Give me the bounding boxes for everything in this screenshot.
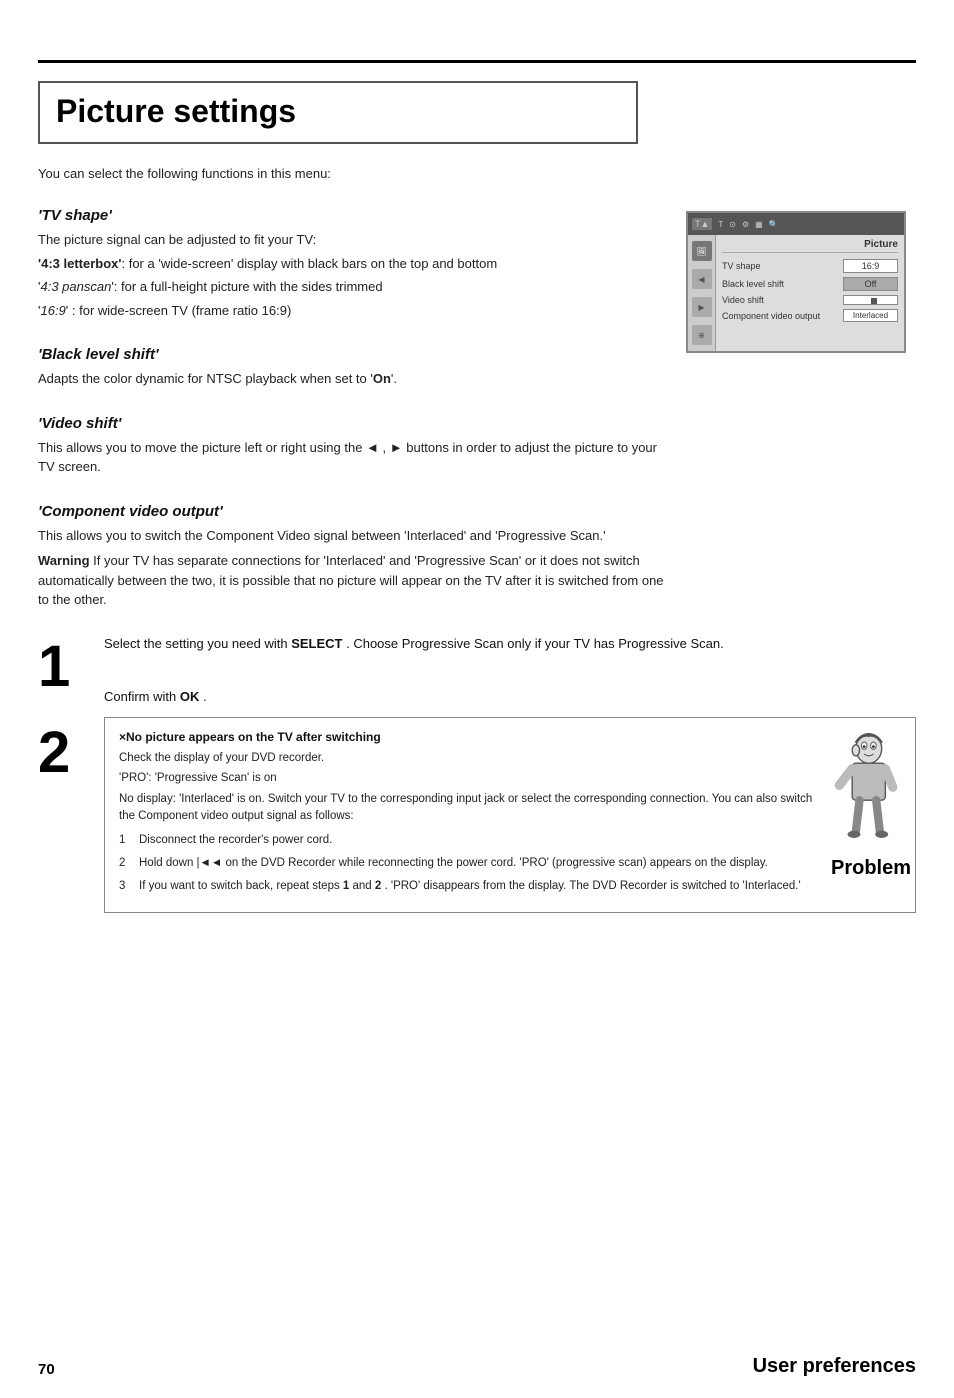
section-video-shift: 'Video shift' This allows you to move th… [38,415,666,477]
tv-header-icon-4: ▦ [755,220,763,229]
footer-page-number: 70 [38,1361,55,1378]
tv-shape-intro: The picture signal can be adjusted to fi… [38,230,666,250]
title-box: Picture settings [38,81,638,144]
section-component-video-output-body: This allows you to switch the Component … [38,526,666,610]
tv-menu-title: Picture [722,239,898,253]
step-number-2: 2 [38,724,88,782]
tv-shape-bullet-2: '4:3 panscan': for a full-height picture… [38,277,666,297]
page: Picture settings You can select the foll… [0,60,954,1398]
tv-side-icons: 🖼 ◀ ▶ ⊕ [688,235,716,351]
warning-line-2: No display: 'Interlaced' is on. Switch y… [119,791,819,824]
tv-menu-row-tv-shape: TV shape 16:9 [722,259,898,273]
page-title: Picture settings [56,93,620,130]
section-video-shift-body: This allows you to move the picture left… [38,438,666,477]
person-illustration: Problem [831,730,901,840]
warning-box-text: ×No picture appears on the TV after swit… [119,730,819,901]
tv-side-icon-picture: 🖼 [692,241,712,261]
component-video-text-1: This allows you to switch the Component … [38,526,666,546]
tv-header-icon-1: T [718,220,723,229]
tv-side-icon-4: ⊕ [692,325,712,345]
tv-side-icon-2: ◀ [692,269,712,289]
tv-header-icon-3: ⚙ [742,220,749,229]
tv-menu-value-tv-shape: 16:9 [843,259,898,273]
warning-item-1-num: 1 [119,832,131,849]
black-level-shift-text: Adapts the color dynamic for NTSC playba… [38,369,666,389]
section-component-video-output: 'Component video output' This allows you… [38,503,666,610]
video-shift-text: This allows you to move the picture left… [38,438,666,477]
tv-header-icons: T▲ T ⊙ ⚙ ▦ 🔍 [692,218,779,230]
tv-menu-slider-video-shift [843,295,898,305]
section-black-level-shift-body: Adapts the color dynamic for NTSC playba… [38,369,666,389]
footer: 70 User preferences [38,1355,916,1378]
step-number-1: 1 [38,638,88,696]
tv-menu-value-black-level: Off [843,277,898,291]
warning-line-1: 'PRO': 'Progressive Scan' is on [119,770,819,787]
warning-item-2: 2 Hold down |◄◄ on the DVD Recorder whil… [119,855,819,872]
section-black-level-shift: 'Black level shift' Adapts the color dyn… [38,346,666,389]
warning-item-1-text: Disconnect the recorder's power cord. [139,832,332,849]
top-rule [38,60,916,63]
step-1-text: Select the setting you need with SELECT … [104,634,916,654]
intro-text: You can select the following functions i… [38,166,916,181]
left-column: 'TV shape' The picture signal can be adj… [38,181,686,614]
steps-content-col: Select the setting you need with SELECT … [104,634,916,914]
warning-item-3-num: 3 [119,878,131,895]
section-tv-shape: 'TV shape' The picture signal can be adj… [38,207,666,320]
section-video-shift-title: 'Video shift' [38,415,666,432]
problem-label: Problem [831,857,901,880]
steps-section: 1 2 Select the setting you need with SEL… [38,634,916,914]
person-svg [831,730,901,850]
section-tv-shape-body: The picture signal can be adjusted to fi… [38,230,666,320]
tv-menu-row-black-level: Black level shift Off [722,277,898,291]
main-content: 'TV shape' The picture signal can be adj… [38,181,916,614]
tv-menu-value-component-video: Interlaced [843,309,898,322]
warning-item-3-text: If you want to switch back, repeat steps… [139,878,801,895]
tv-menu-content: Picture TV shape 16:9 Black level shift … [716,235,904,351]
tv-header-icon-5: 🔍 [769,220,779,229]
tv-shape-bullet-3: '16:9' : for wide-screen TV (frame ratio… [38,301,666,321]
warning-item-2-text: Hold down |◄◄ on the DVD Recorder while … [139,855,768,872]
tv-panel-header: T▲ T ⊙ ⚙ ▦ 🔍 [688,213,904,235]
tv-menu-row-component-video: Component video output Interlaced [722,309,898,322]
warning-item-3: 3 If you want to switch back, repeat ste… [119,878,819,895]
tv-panel-body: 🖼 ◀ ▶ ⊕ Picture TV shape 16:9 Black leve… [688,235,904,351]
warning-item-1: 1 Disconnect the recorder's power cord. [119,832,819,849]
tv-menu-label-tv-shape: TV shape [722,261,761,271]
tv-header-icon-2: ⊙ [729,220,736,229]
component-video-text-2: Warning If your TV has separate connecti… [38,551,666,610]
section-component-video-output-title: 'Component video output' [38,503,666,520]
warning-box-title: ×No picture appears on the TV after swit… [119,730,819,744]
warning-box: ×No picture appears on the TV after swit… [104,717,916,914]
tv-menu-panel: T▲ T ⊙ ⚙ ▦ 🔍 🖼 ◀ ▶ ⊕ [686,211,906,353]
section-black-level-shift-title: 'Black level shift' [38,346,666,363]
step-numbers-col: 1 2 [38,634,88,914]
warning-intro: Check the display of your DVD recorder. [119,750,819,767]
tv-shape-bullet-1: '4:3 letterbox': for a 'wide-screen' dis… [38,254,666,274]
footer-category: User preferences [753,1355,916,1378]
tv-menu-label-component-video: Component video output [722,311,820,321]
step-2-text: Confirm with OK . [104,687,916,707]
warning-item-2-num: 2 [119,855,131,872]
tv-menu-label-black-level: Black level shift [722,279,784,289]
right-column: T▲ T ⊙ ⚙ ▦ 🔍 🖼 ◀ ▶ ⊕ [686,181,916,614]
section-tv-shape-title: 'TV shape' [38,207,666,224]
tv-menu-row-video-shift: Video shift [722,295,898,305]
tv-side-icon-3: ▶ [692,297,712,317]
tv-menu-label-video-shift: Video shift [722,295,764,305]
tv-header-tab-active: T▲ [692,218,712,230]
